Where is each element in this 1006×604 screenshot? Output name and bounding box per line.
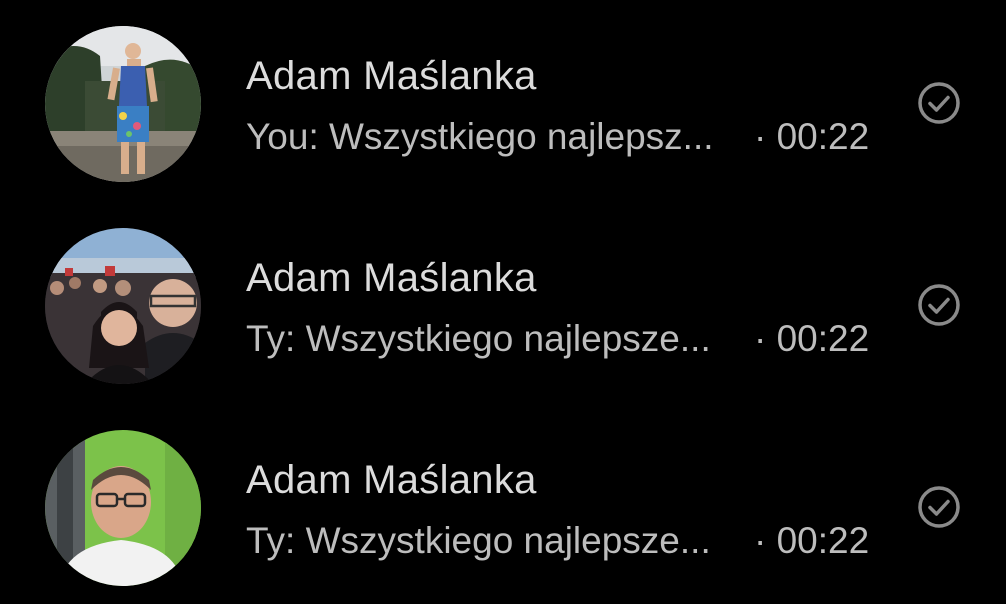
message-snippet: You: Wszystkiego najlepsz... bbox=[246, 116, 714, 157]
message-preview: Ty: Wszystkiego najlepsze... · 00:22 bbox=[246, 316, 869, 362]
message-snippet: Ty: Wszystkiego najlepsze... bbox=[246, 318, 711, 359]
avatar-photo-runner bbox=[45, 26, 201, 182]
chat-row[interactable]: Adam Maślanka Ty: Wszystkiego najlepsze.… bbox=[0, 202, 1006, 402]
message-preview: Ty: Wszystkiego najlepsze... · 00:22 bbox=[246, 518, 869, 564]
message-snippet: Ty: Wszystkiego najlepsze... bbox=[246, 520, 711, 561]
message-time: · 00:22 bbox=[754, 318, 870, 359]
avatar[interactable] bbox=[45, 430, 201, 586]
sent-check-circle-icon bbox=[916, 484, 962, 530]
sent-check-circle-icon bbox=[916, 282, 962, 328]
contact-name: Adam Maślanka bbox=[246, 54, 537, 98]
chat-list: Adam Maślanka You: Wszystkiego najlepsz.… bbox=[0, 0, 1006, 600]
contact-name: Adam Maślanka bbox=[246, 256, 537, 300]
chat-row[interactable]: Adam Maślanka You: Wszystkiego najlepsz.… bbox=[0, 0, 1006, 200]
message-preview: You: Wszystkiego najlepsz... · 00:22 bbox=[246, 114, 869, 160]
avatar-photo-concert bbox=[45, 228, 201, 384]
contact-name: Adam Maślanka bbox=[246, 458, 537, 502]
message-time: · 00:22 bbox=[754, 520, 870, 561]
avatar-photo-portrait bbox=[45, 430, 201, 586]
avatar[interactable] bbox=[45, 228, 201, 384]
avatar[interactable] bbox=[45, 26, 201, 182]
message-time: · 00:22 bbox=[754, 116, 870, 157]
chat-row[interactable]: Adam Maślanka Ty: Wszystkiego najlepsze.… bbox=[0, 404, 1006, 604]
sent-check-circle-icon bbox=[916, 80, 962, 126]
